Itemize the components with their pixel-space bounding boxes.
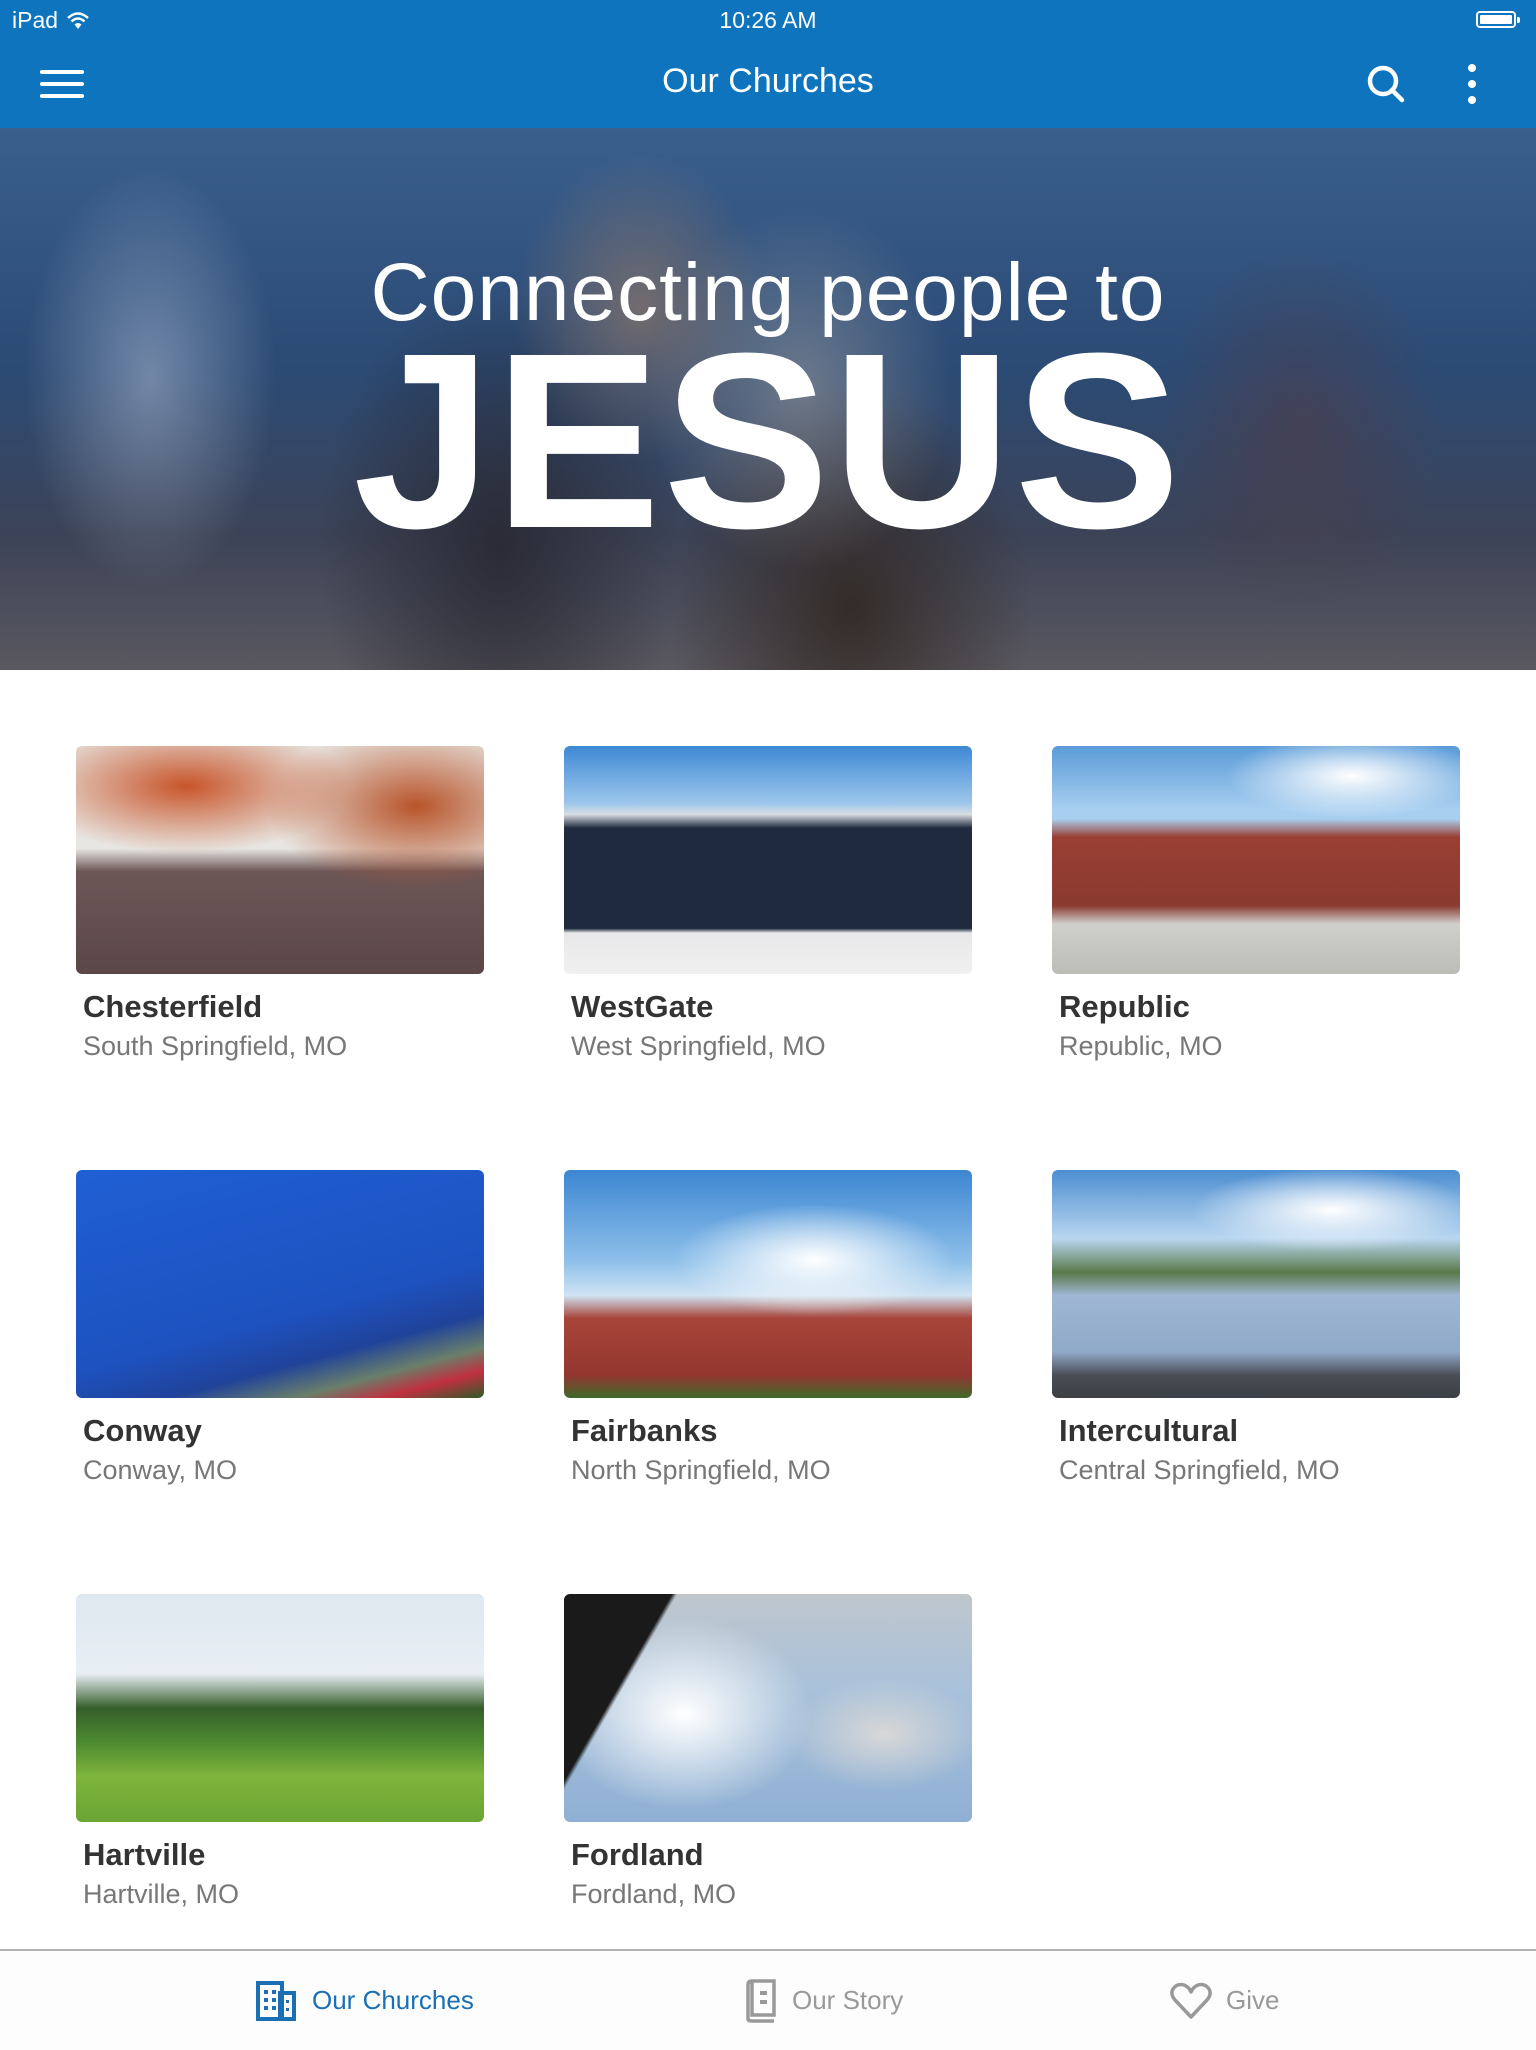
more-vertical-icon[interactable]	[1460, 60, 1484, 108]
church-name: Chesterfield	[83, 989, 263, 1024]
church-location: Central Springfield, MO	[1059, 1455, 1340, 1485]
tab-give[interactable]: Give	[1170, 1951, 1279, 2050]
status-bar: iPad 10:26 AM	[0, 0, 1536, 40]
church-name: Republic	[1059, 989, 1190, 1024]
page-title: Our Churches	[662, 62, 874, 100]
tab-label: Our Story	[792, 1985, 904, 2015]
hero-headline: JESUS	[353, 301, 1183, 580]
tab-label: Give	[1226, 1985, 1280, 2015]
church-photo	[564, 1594, 972, 1822]
church-location: South Springfield, MO	[83, 1031, 348, 1061]
church-photo	[76, 746, 484, 974]
church-photo	[564, 746, 972, 974]
church-name: Fordland	[571, 1837, 704, 1872]
status-time: 10:26 AM	[719, 7, 817, 33]
church-location: Republic, MO	[1059, 1031, 1223, 1061]
book-icon	[746, 1978, 776, 2023]
church-photo	[1052, 746, 1460, 974]
hero-banner: Connecting people to JESUS	[0, 128, 1536, 670]
building-icon	[256, 1980, 296, 2021]
church-location: North Springfield, MO	[571, 1455, 831, 1485]
tab-label: Our Churches	[312, 1985, 474, 2015]
church-location: Fordland, MO	[571, 1879, 737, 1909]
church-location: West Springfield, MO	[571, 1031, 826, 1061]
church-photo	[564, 1170, 972, 1398]
church-photo	[76, 1594, 484, 1822]
tab-our-story[interactable]: Our Story	[742, 1951, 903, 2050]
church-location: Conway, MO	[83, 1455, 238, 1485]
church-name: Intercultural	[1059, 1413, 1239, 1448]
church-card-conway[interactable]: Conway Conway, MO	[76, 1170, 484, 1486]
church-name: Hartville	[83, 1837, 206, 1872]
church-name: WestGate	[571, 989, 714, 1024]
church-photo	[1052, 1170, 1460, 1398]
nav-bar: Our Churches	[0, 40, 1536, 128]
tab-our-churches[interactable]: Our Churches	[256, 1951, 474, 2050]
tab-bar: Our Churches Our Story Give	[0, 1949, 1536, 2050]
church-name: Fairbanks	[571, 1413, 718, 1448]
heart-icon	[1170, 1982, 1212, 2019]
church-card-fairbanks[interactable]: Fairbanks North Springfield, MO	[564, 1170, 972, 1486]
church-location: Hartville, MO	[83, 1879, 240, 1909]
church-card-hartville[interactable]: Hartville Hartville, MO	[76, 1594, 484, 1910]
church-card-intercultural[interactable]: Intercultural Central Springfield, MO	[1052, 1170, 1460, 1486]
church-card-fordland[interactable]: Fordland Fordland, MO	[564, 1594, 972, 1910]
church-photo	[76, 1170, 484, 1398]
church-name: Conway	[83, 1413, 202, 1448]
search-icon[interactable]	[1364, 62, 1408, 106]
church-card-westgate[interactable]: WestGate West Springfield, MO	[564, 746, 972, 1062]
battery-full-icon	[1476, 11, 1520, 28]
church-card-republic[interactable]: Republic Republic, MO	[1052, 746, 1460, 1062]
church-card-chesterfield[interactable]: Chesterfield South Springfield, MO	[76, 746, 484, 1062]
